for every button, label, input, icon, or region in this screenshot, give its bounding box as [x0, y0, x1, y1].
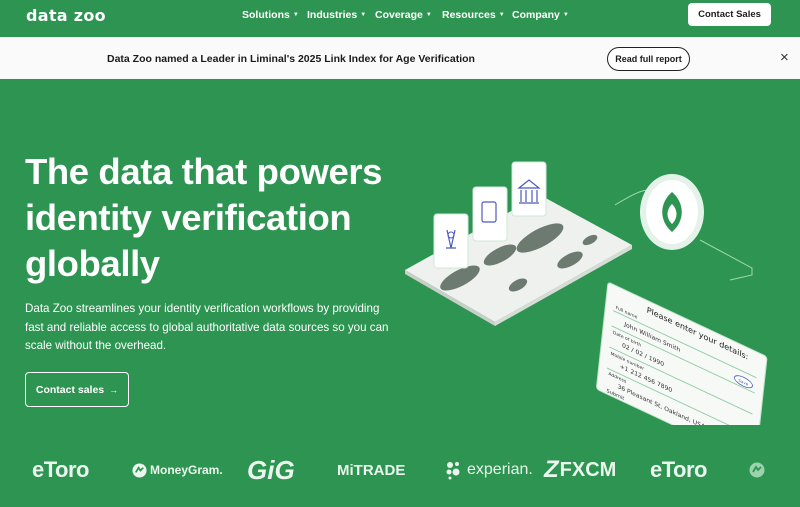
data-zoo-shield-icon [640, 174, 704, 250]
menu-industries[interactable]: Industries ▼ [307, 9, 366, 21]
hero-contact-sales-button[interactable]: Contact sales → [25, 372, 129, 407]
etoro-logo: eToro [32, 457, 89, 482]
announcement-banner: Data Zoo named a Leader in Liminal's 202… [0, 37, 800, 79]
radio-tower-card [433, 213, 469, 269]
moneygram-logo: MoneyGram. [132, 452, 223, 488]
experian-logo: experian. [445, 452, 533, 488]
menu-solutions[interactable]: Solutions ▼ [242, 9, 299, 21]
partial-logo-icon [749, 452, 765, 488]
banner-text: Data Zoo named a Leader in Liminal's 202… [107, 53, 475, 65]
close-icon[interactable]: × [780, 50, 789, 66]
bank-building-card [511, 161, 547, 217]
chevron-down-icon: ▼ [562, 12, 569, 18]
gig-logo: GiG [247, 454, 295, 485]
mitrade-logo: MiTRADE [337, 461, 406, 479]
hero-description: Data Zoo streamlines your identity verif… [25, 302, 389, 352]
experian-icon [446, 462, 460, 480]
details-form-card: Please enter your details: Full name Joh… [596, 282, 768, 425]
arrow-right-icon: → [109, 384, 119, 395]
identity-verification-illustration: Please enter your details: Full name Joh… [405, 161, 768, 425]
etoro-logo-2: eToro [650, 457, 707, 482]
chevron-down-icon: ▼ [360, 12, 367, 18]
read-full-report-button[interactable]: Read full report [607, 47, 690, 71]
chevron-down-icon: ▼ [425, 12, 432, 18]
menu-resources[interactable]: Resources ▼ [442, 9, 505, 21]
fxcm-mark-icon: Z [544, 456, 559, 483]
data-zoo-logo[interactable]: data zoo [26, 6, 106, 25]
id-document-card [472, 186, 508, 242]
partner-logos-strip: eToro MoneyGram. GiG MiTRADE experian. Z… [0, 452, 800, 488]
chevron-down-icon: ▼ [498, 12, 505, 18]
chevron-down-icon: ▼ [292, 12, 299, 18]
hero-title: The data that powers identity verificati… [25, 151, 383, 284]
connector-line [699, 239, 753, 281]
contact-sales-button[interactable]: Contact Sales [688, 3, 771, 26]
top-navigation: data zoo Solutions ▼ Industries ▼ Coverage… [0, 0, 800, 37]
menu-company[interactable]: Company ▼ [512, 9, 569, 21]
menu-coverage[interactable]: Coverage ▼ [375, 9, 432, 21]
moneygram-icon [132, 462, 147, 478]
fxcm-logo: Z FXCM [544, 456, 617, 483]
